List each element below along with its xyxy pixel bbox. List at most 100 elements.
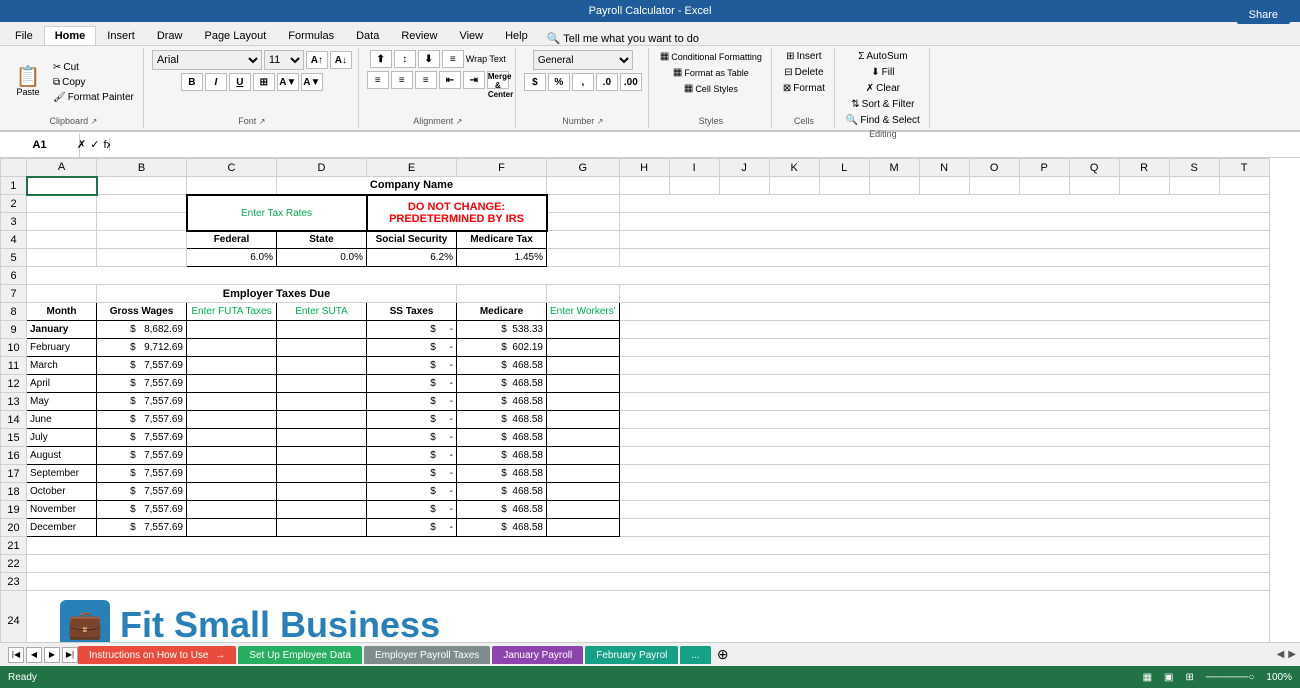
cell-G13[interactable]: [547, 393, 620, 411]
formula-input[interactable]: [110, 139, 1300, 151]
cell-P1[interactable]: [1019, 177, 1069, 195]
cell-G12[interactable]: [547, 375, 620, 393]
cell-C12[interactable]: [187, 375, 277, 393]
paste-button[interactable]: 📋 Paste: [10, 65, 46, 99]
cell-B19-nov-wages[interactable]: $ 7,557.69: [97, 501, 187, 519]
tab-file[interactable]: File: [4, 26, 44, 45]
cell-A17-sep[interactable]: September: [27, 465, 97, 483]
increase-decimal-button[interactable]: .00: [620, 73, 642, 91]
cell-D18[interactable]: [277, 483, 367, 501]
view-preview-btn[interactable]: ⊞: [1185, 672, 1193, 683]
font-color-button[interactable]: A▼: [301, 73, 323, 91]
cell-C20[interactable]: [187, 519, 277, 537]
view-layout-btn[interactable]: ▣: [1164, 672, 1173, 683]
currency-button[interactable]: $: [524, 73, 546, 91]
cell-G20[interactable]: [547, 519, 620, 537]
cell-B9-jan-wages[interactable]: $ 8,682.69: [97, 321, 187, 339]
grid-wrapper[interactable]: A B C D E F G H I J K L M N O: [0, 158, 1300, 642]
cell-E5-ssrate[interactable]: 6.2%: [367, 249, 457, 267]
add-sheet-button[interactable]: ⊕: [713, 645, 733, 665]
cell-A1[interactable]: [27, 177, 97, 195]
cell-J1[interactable]: [719, 177, 769, 195]
cell-H13-empty[interactable]: [619, 393, 1269, 411]
cell-D5-staterate[interactable]: 0.0%: [277, 249, 367, 267]
cell-G2[interactable]: [547, 195, 620, 213]
cell-B5[interactable]: [97, 249, 187, 267]
cell-A19-nov[interactable]: November: [27, 501, 97, 519]
share-button[interactable]: Share: [1237, 6, 1290, 24]
cell-E14-ss[interactable]: $ -: [367, 411, 457, 429]
cell-C11[interactable]: [187, 357, 277, 375]
cell-C16[interactable]: [187, 447, 277, 465]
cell-C18[interactable]: [187, 483, 277, 501]
cell-ref-box[interactable]: A1: [0, 133, 80, 157]
cell-H3-empty[interactable]: [619, 213, 1269, 231]
row22-empty[interactable]: [27, 555, 1270, 573]
cell-C5-fedrate[interactable]: 6.0%: [187, 249, 277, 267]
number-format-select[interactable]: General: [533, 50, 633, 70]
align-center-button[interactable]: ≡: [391, 71, 413, 89]
cell-B16-aug-wages[interactable]: $ 7,557.69: [97, 447, 187, 465]
tab-help[interactable]: Help: [494, 26, 539, 45]
cell-H12-empty[interactable]: [619, 375, 1269, 393]
cell-H14-empty[interactable]: [619, 411, 1269, 429]
cell-C1[interactable]: [187, 177, 277, 195]
decrease-font-size-btn[interactable]: A↓: [330, 51, 352, 69]
cell-R1[interactable]: [1119, 177, 1169, 195]
clear-button[interactable]: ✗ Clear: [863, 82, 903, 95]
cell-C19[interactable]: [187, 501, 277, 519]
zoom-slider[interactable]: ──────○: [1206, 672, 1255, 683]
cell-B20-dec-wages[interactable]: $ 7,557.69: [97, 519, 187, 537]
cell-G17[interactable]: [547, 465, 620, 483]
cell-G19[interactable]: [547, 501, 620, 519]
cell-H1[interactable]: [619, 177, 669, 195]
cell-A14-jun[interactable]: June: [27, 411, 97, 429]
format-table-button[interactable]: ▦ Format as Table: [670, 66, 752, 79]
cut-button[interactable]: ✂ Cut: [50, 61, 137, 74]
cell-H18-empty[interactable]: [619, 483, 1269, 501]
cell-G14[interactable]: [547, 411, 620, 429]
cell-H4-empty[interactable]: [619, 231, 1269, 249]
tab-page-layout[interactable]: Page Layout: [193, 26, 277, 45]
cell-B4[interactable]: [97, 231, 187, 249]
comma-button[interactable]: ,: [572, 73, 594, 91]
sheet-tab-employee[interactable]: Set Up Employee Data: [238, 646, 362, 664]
sheet-tab-january[interactable]: January Payroll: [492, 646, 583, 664]
cell-A12-apr[interactable]: April: [27, 375, 97, 393]
cell-C17[interactable]: [187, 465, 277, 483]
cell-B3[interactable]: [97, 213, 187, 231]
decrease-indent-button[interactable]: ⇤: [439, 71, 461, 89]
cell-H7-empty[interactable]: [619, 285, 1269, 303]
cell-F17-medicare[interactable]: $ 468.58: [457, 465, 547, 483]
copy-button[interactable]: ⧉ Copy: [50, 76, 137, 89]
cell-G18[interactable]: [547, 483, 620, 501]
cell-T1[interactable]: [1219, 177, 1269, 195]
cell-E12-ss[interactable]: $ -: [367, 375, 457, 393]
font-size-select[interactable]: 11: [264, 50, 304, 70]
cell-H11-empty[interactable]: [619, 357, 1269, 375]
cell-D15[interactable]: [277, 429, 367, 447]
cell-L1[interactable]: [819, 177, 869, 195]
cell-H8-empty[interactable]: [619, 303, 1269, 321]
cell-C10[interactable]: [187, 339, 277, 357]
cell-styles-button[interactable]: ▦ Cell Styles: [681, 82, 741, 95]
scroll-right-btn[interactable]: ▶: [1288, 649, 1296, 660]
cell-A11-mar[interactable]: March: [27, 357, 97, 375]
cell-A4[interactable]: [27, 231, 97, 249]
conditional-formatting-button[interactable]: ▦ Conditional Formatting: [657, 50, 765, 63]
row23-empty[interactable]: [27, 573, 1270, 591]
cell-F18-medicare[interactable]: $ 468.58: [457, 483, 547, 501]
cell-A9-jan[interactable]: January: [27, 321, 97, 339]
cell-M1[interactable]: [869, 177, 919, 195]
align-top-button[interactable]: ⬆: [370, 50, 392, 68]
tab-prev-button[interactable]: ◀: [26, 647, 42, 663]
italic-button[interactable]: I: [205, 73, 227, 91]
cell-H20-empty[interactable]: [619, 519, 1269, 537]
row6-empty[interactable]: [27, 267, 1270, 285]
cell-F9-medicare[interactable]: $ 538.33: [457, 321, 547, 339]
sheet-tab-instructions[interactable]: Instructions on How to Use →: [78, 646, 236, 664]
tab-draw[interactable]: Draw: [146, 26, 194, 45]
cell-C2-entertax[interactable]: Enter Tax Rates: [187, 195, 367, 231]
sheet-tab-employer[interactable]: Employer Payroll Taxes: [364, 646, 490, 664]
cell-E13-ss[interactable]: $ -: [367, 393, 457, 411]
